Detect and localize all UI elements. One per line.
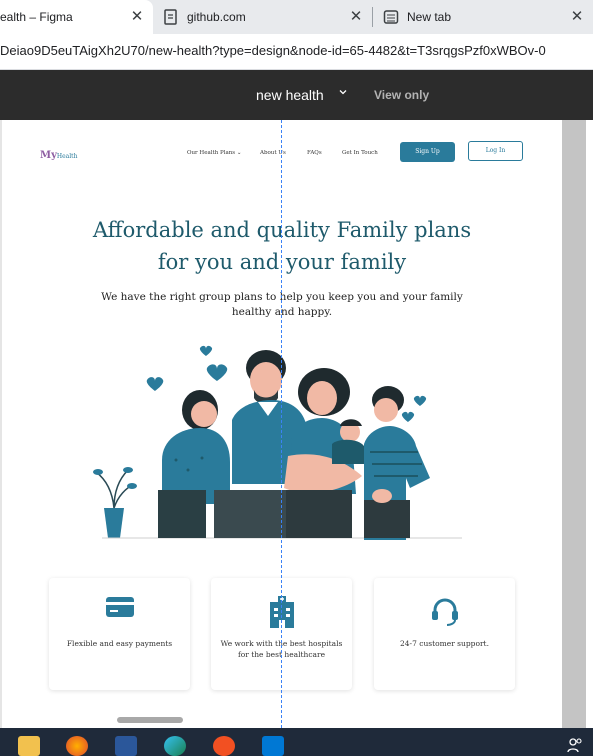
tab-new-tab-label: New tab: [407, 10, 452, 24]
horizontal-scrollbar-thumb[interactable]: [117, 717, 183, 723]
tab-figma-label: ealth – Figma: [0, 10, 73, 24]
new-tab-favicon-icon: [383, 9, 399, 25]
browser-tab-strip: ealth – Figma ✕ github.com ✕ New tab ✕: [0, 0, 593, 34]
feature-card-payments: Flexible and easy payments: [49, 578, 190, 690]
login-button[interactable]: Log In: [468, 141, 523, 161]
address-bar[interactable]: Deiao9D5euTAigXh2U70/new-health?type=des…: [0, 34, 593, 70]
hero-title-line-1: Affordable and quality Family plans: [92, 218, 472, 242]
tab-github[interactable]: github.com ✕: [153, 0, 372, 34]
hero-title: Affordable and quality Family plans for …: [2, 214, 562, 278]
headset-icon: [430, 596, 460, 631]
word-icon[interactable]: [115, 736, 137, 756]
tab-github-label: github.com: [187, 10, 246, 24]
feature-card-support: 24-7 customer support.: [374, 578, 515, 690]
hero-title-line-2: for you and your family: [157, 250, 407, 274]
figma-app-icon[interactable]: [213, 736, 235, 756]
github-favicon-icon: [163, 9, 179, 25]
center-guide-line: [281, 120, 282, 728]
firefox-icon[interactable]: [66, 736, 88, 756]
tab-new-tab-close-icon[interactable]: ✕: [569, 9, 585, 25]
tab-github-close-icon[interactable]: ✕: [348, 9, 364, 25]
tab-new-tab[interactable]: New tab ✕: [373, 0, 593, 34]
nav-faqs[interactable]: FAQs: [307, 150, 322, 156]
chevron-down-icon[interactable]: [338, 87, 348, 100]
credit-card-icon: [105, 596, 135, 623]
windows-taskbar: [0, 728, 593, 756]
logo-sub: Health: [56, 153, 78, 160]
file-title[interactable]: new health: [256, 87, 324, 103]
tab-figma-close-icon[interactable]: ✕: [129, 9, 145, 25]
nav-health-plans[interactable]: Our Health Plans ⌄: [187, 150, 241, 156]
design-frame: MyHealth Our Health Plans ⌄ About Us FAQ…: [2, 120, 562, 728]
vertical-scrollbar[interactable]: [562, 120, 586, 728]
logo-main: My: [40, 150, 57, 161]
figma-header: new health View only: [0, 70, 593, 120]
hero-subtitle: We have the right group plans to help yo…: [2, 290, 562, 320]
figma-canvas[interactable]: MyHealth Our Health Plans ⌄ About Us FAQ…: [0, 120, 593, 728]
url-text[interactable]: Deiao9D5euTAigXh2U70/new-health?type=des…: [0, 43, 546, 58]
signup-button[interactable]: Sign Up: [400, 142, 455, 162]
hero-subtitle-line-1: We have the right group plans to help yo…: [101, 291, 463, 303]
family-illustration: [93, 345, 462, 540]
feature-text: 24-7 customer support.: [400, 639, 489, 648]
feature-text: Flexible and easy payments: [66, 639, 173, 648]
view-only-badge: View only: [374, 88, 430, 102]
canvas-edge: [586, 120, 593, 728]
file-explorer-icon[interactable]: [18, 736, 40, 756]
edge-icon[interactable]: [164, 736, 186, 756]
tab-figma[interactable]: ealth – Figma ✕: [0, 0, 153, 34]
hero-subtitle-line-2: healthy and happy.: [231, 306, 333, 318]
nav-contact[interactable]: Get In Touch: [342, 150, 378, 156]
people-icon[interactable]: [566, 736, 588, 756]
vscode-icon[interactable]: [262, 736, 284, 756]
site-logo[interactable]: MyHealth: [40, 150, 77, 161]
